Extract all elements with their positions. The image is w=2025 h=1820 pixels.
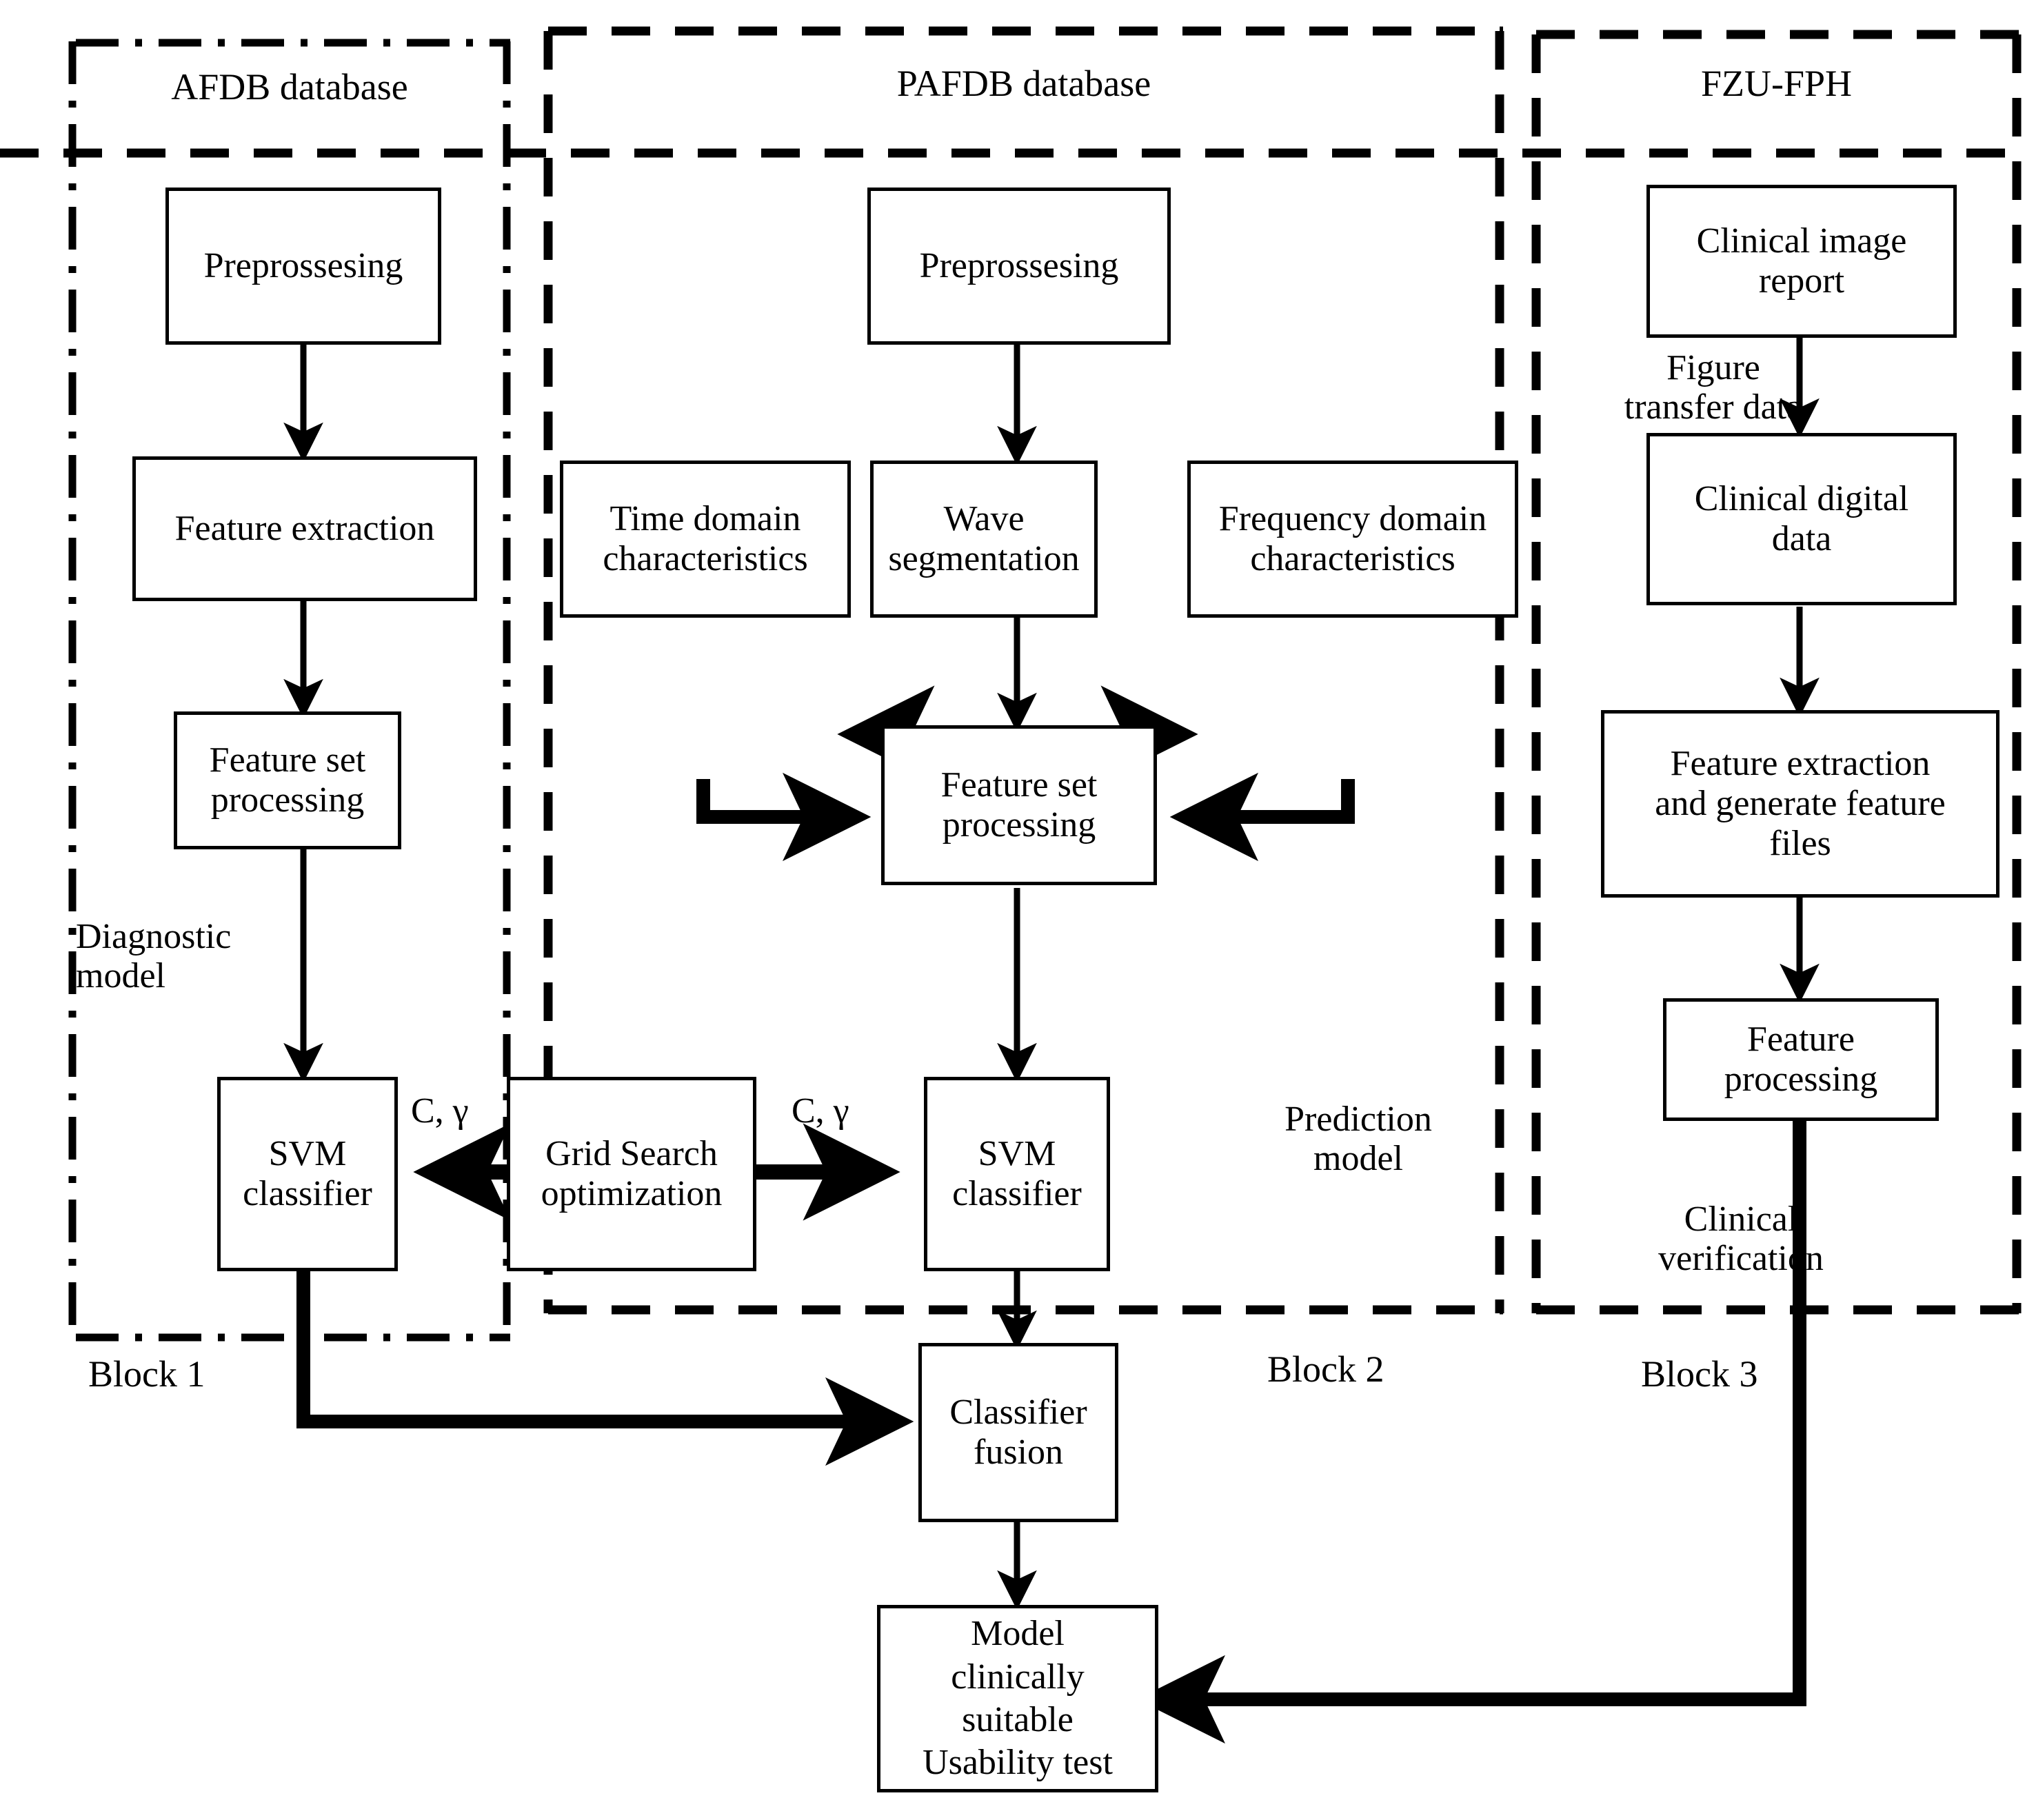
node-wave-segmentation[interactable]: Wave segmentation: [870, 461, 1098, 618]
zone-title-fzu: FZU-FPH: [1700, 63, 1853, 104]
node-pafdb-feature-set-processing[interactable]: Feature set processing: [881, 725, 1157, 885]
zone-title-pafdb: PAFDB database: [896, 63, 1151, 104]
flowchart-figure: AFDB database PAFDB database FZU-FPH Pre…: [0, 0, 2025, 1820]
node-label: Feature set processing: [940, 765, 1098, 845]
node-label: SVM classifier: [952, 1133, 1082, 1213]
node-label: Feature extraction and generate feature …: [1655, 743, 1946, 864]
arrow-afdb-svm-to-fusion: [296, 1271, 914, 1466]
node-label: Time domain characteristics: [603, 498, 808, 578]
edge-label-c-gamma-right: C, γ: [792, 1091, 849, 1131]
node-label: Classifier fusion: [949, 1392, 1087, 1472]
node-label: Feature processing: [1724, 1019, 1878, 1099]
annotation-clinical-verification: Clinical verification: [1658, 1200, 1824, 1279]
block-label-1: Block 1: [88, 1353, 205, 1395]
node-label: Feature set processing: [209, 740, 366, 820]
node-time-domain-characteristics[interactable]: Time domain characteristics: [560, 461, 851, 618]
node-model-clinically-suitable-usability-test[interactable]: Model clinically suitable Usability test: [877, 1605, 1158, 1792]
node-afdb-svm-classifier[interactable]: SVM classifier: [217, 1077, 398, 1271]
node-label: Grid Search optimization: [541, 1133, 723, 1213]
node-label: Feature extraction: [174, 508, 435, 548]
node-afdb-feature-extraction[interactable]: Feature extraction: [132, 456, 477, 601]
node-label: Wave segmentation: [888, 498, 1080, 578]
node-pafdb-svm-classifier[interactable]: SVM classifier: [924, 1077, 1110, 1271]
arrow-time-domain-to-feature-set: [696, 772, 872, 862]
node-clinical-image-report[interactable]: Clinical image report: [1646, 185, 1957, 338]
block-label-2: Block 2: [1267, 1348, 1384, 1390]
block-label-3: Block 3: [1641, 1353, 1758, 1395]
node-label: Clinical image report: [1696, 221, 1907, 301]
node-label: Model clinically suitable Usability test: [923, 1614, 1113, 1783]
edge-label-c-gamma-left: C, γ: [411, 1091, 469, 1131]
node-label: Preprossesing: [919, 245, 1119, 285]
node-label: Frequency domain characteristics: [1218, 498, 1487, 578]
node-feature-processing[interactable]: Feature processing: [1663, 998, 1939, 1121]
annotation-diagnostic-model: Diagnostic model: [76, 917, 232, 996]
node-afdb-feature-set-processing[interactable]: Feature set processing: [174, 711, 401, 849]
node-label: Clinical digital data: [1694, 478, 1909, 558]
node-label: Preprossesing: [203, 245, 403, 285]
node-feature-extraction-generate-files[interactable]: Feature extraction and generate feature …: [1601, 710, 1999, 898]
node-frequency-domain-characteristics[interactable]: Frequency domain characteristics: [1187, 461, 1518, 618]
zone-title-afdb: AFDB database: [171, 66, 408, 108]
annotation-figure-transfer-data: Figure transfer data: [1624, 348, 1803, 427]
node-afdb-preprocessing[interactable]: Preprossesing: [165, 188, 441, 345]
annotation-prediction-model: Prediction model: [1284, 1100, 1432, 1179]
node-label: SVM classifier: [243, 1133, 372, 1213]
node-grid-search-optimization[interactable]: Grid Search optimization: [507, 1077, 756, 1271]
node-classifier-fusion[interactable]: Classifier fusion: [918, 1343, 1118, 1522]
node-clinical-digital-data[interactable]: Clinical digital data: [1646, 433, 1957, 605]
arrow-freq-domain-to-feature-set: [1169, 772, 1355, 862]
node-pafdb-preprocessing[interactable]: Preprossesing: [867, 188, 1171, 345]
